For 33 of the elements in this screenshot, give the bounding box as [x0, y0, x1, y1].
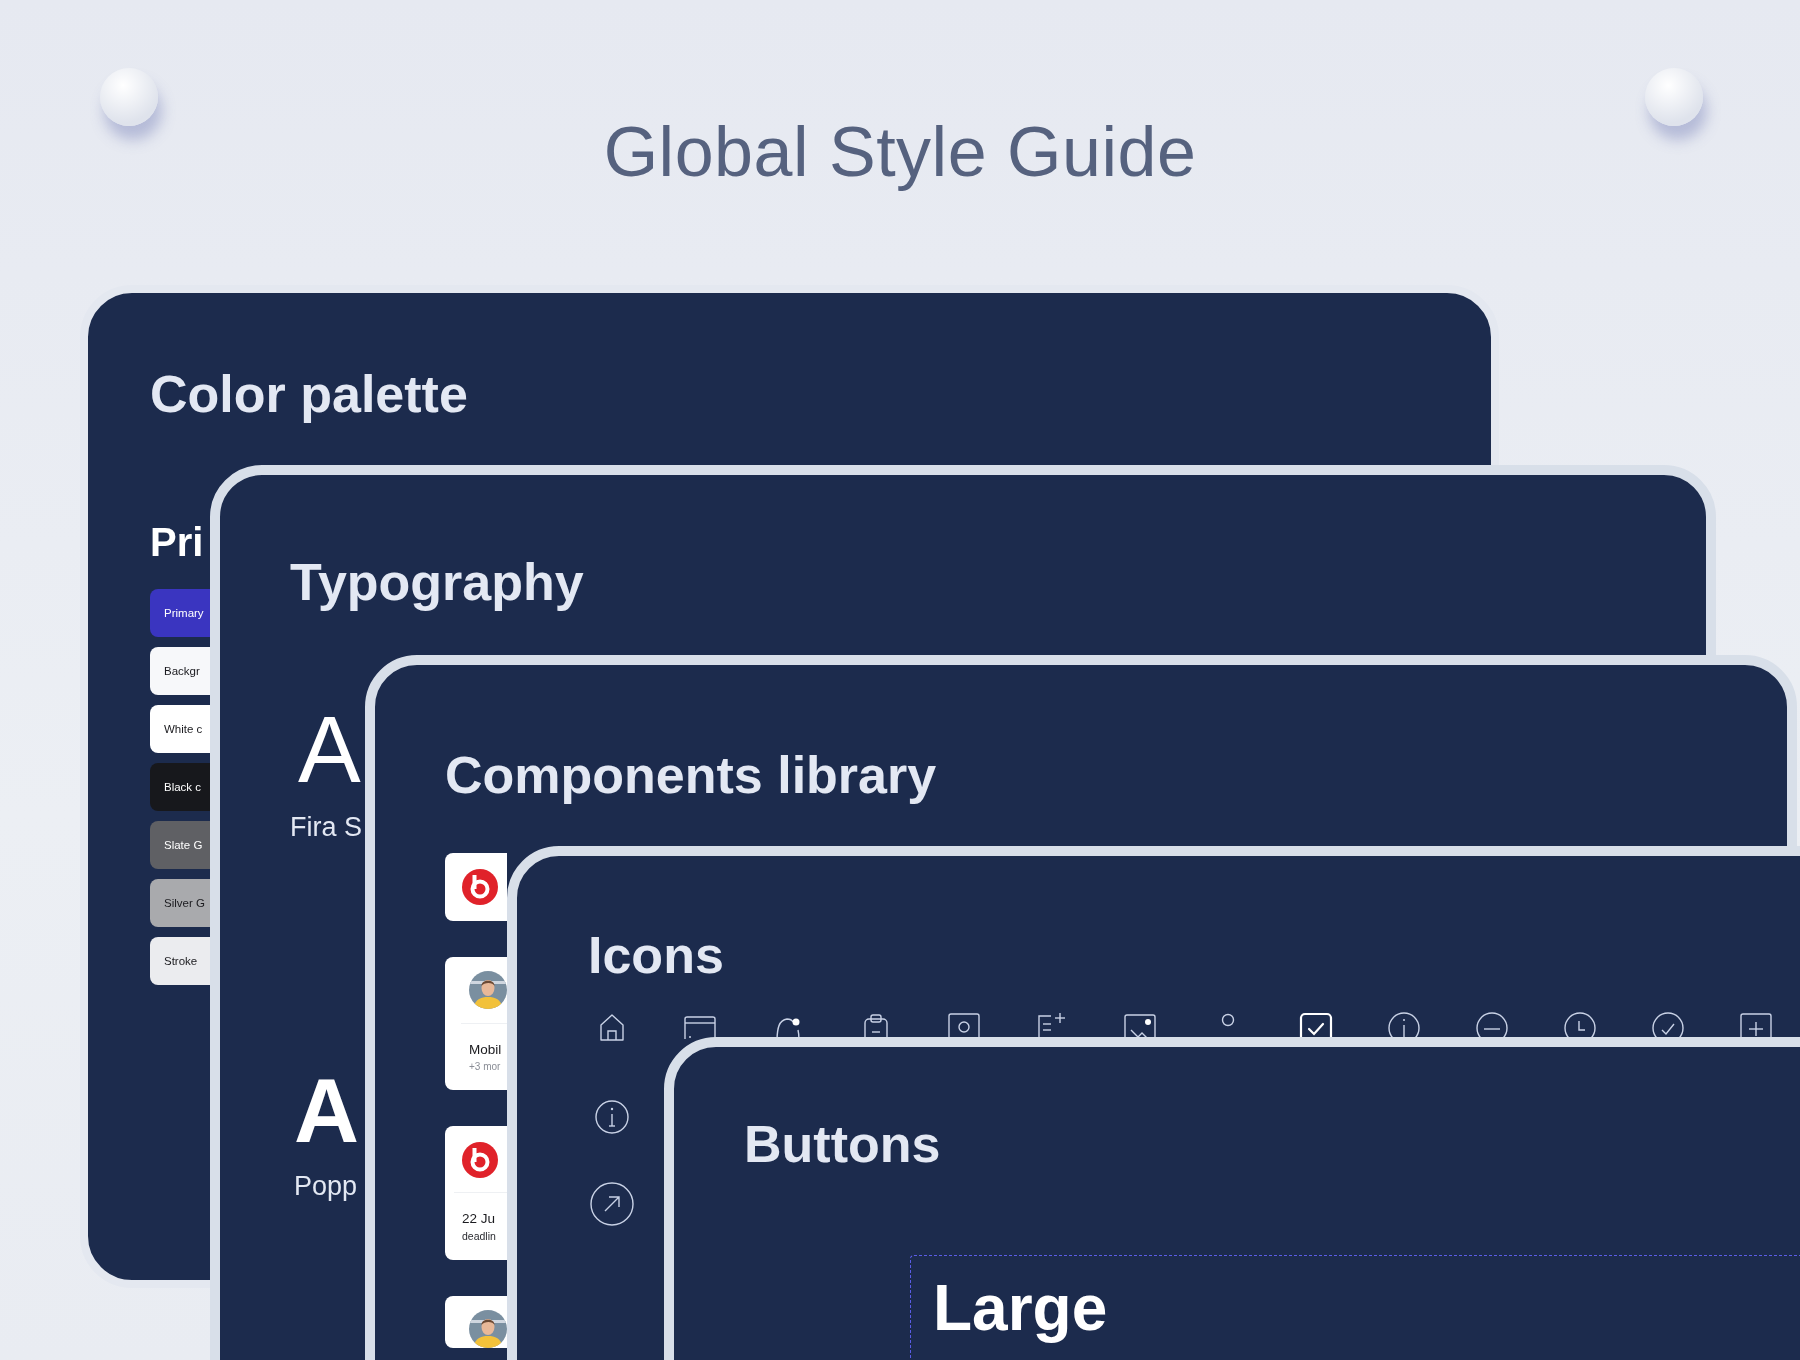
pin	[100, 68, 158, 126]
info-icon	[595, 1100, 629, 1135]
color-swatch: Primary	[150, 589, 210, 638]
board-title: Typography	[290, 552, 584, 613]
clock-icon	[1563, 1010, 1597, 1040]
color-swatch: Stroke	[150, 937, 210, 986]
color-swatch: Black c	[150, 763, 210, 812]
checkbox-icon	[1299, 1010, 1333, 1040]
ring-logo-icon	[462, 869, 498, 906]
type-sample: A	[294, 1065, 359, 1156]
font-name: Popp	[294, 1169, 358, 1203]
ring-logo-icon	[462, 1142, 498, 1179]
info-icon	[1387, 1010, 1421, 1040]
board-title: Icons	[588, 925, 724, 986]
board-title: Color palette	[150, 364, 468, 425]
page-title: Global Style Guide	[603, 113, 1197, 191]
board-title: Buttons	[744, 1114, 942, 1175]
card-title: 22 Ju	[462, 1211, 496, 1227]
pin	[1645, 68, 1703, 126]
board-title: Components library	[445, 745, 937, 806]
card-subtitle: deadlin	[462, 1230, 496, 1243]
color-swatch: Backgr	[150, 647, 210, 696]
arrow-circle-icon	[590, 1182, 634, 1227]
card-subtitle: +3 mor	[469, 1061, 501, 1073]
circle-icon	[1221, 1013, 1235, 1028]
type-sample: A	[298, 703, 361, 798]
color-swatch: White c	[150, 705, 210, 754]
card-title: Mobil	[469, 1042, 502, 1058]
color-swatch: Silver G	[150, 879, 210, 928]
size-label: Large	[933, 1271, 1108, 1347]
section-title: Pri	[150, 519, 204, 567]
font-name: Fira S	[290, 811, 362, 844]
color-swatch: Slate G	[150, 821, 210, 870]
